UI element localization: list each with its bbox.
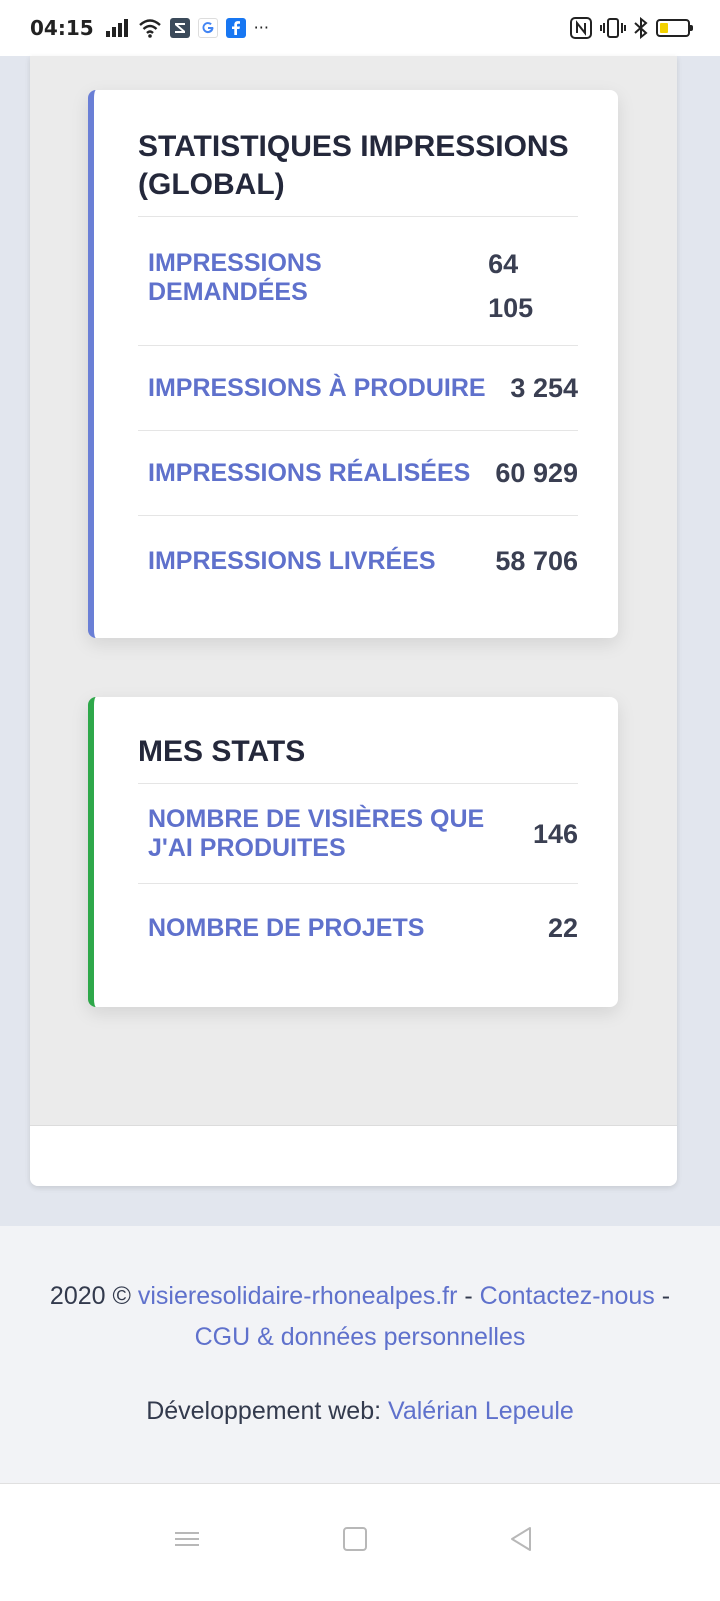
footer-links: 2020 © visieresolidaire-rhonealpes.fr - … [40,1276,680,1358]
stat-value: 64 105 [488,242,578,330]
stat-row: NOMBRE DE VISIÈRES QUE J'AI PRODUITES 14… [138,784,578,884]
stat-label: IMPRESSIONS LIVRÉES [148,546,436,575]
notification-app-icon [169,18,190,38]
stat-row: IMPRESSIONS LIVRÉES 58 706 [138,516,578,606]
page-footer: 2020 © visieresolidaire-rhonealpes.fr - … [0,1226,720,1483]
menu-icon[interactable] [172,1524,202,1554]
status-bar-left: 04:15 ··· [30,16,269,40]
separator: - [654,1282,671,1310]
battery-icon [656,19,693,37]
status-bar-right [570,17,693,39]
stat-row: IMPRESSIONS RÉALISÉES 60 929 [138,431,578,516]
stat-label: IMPRESSIONS RÉALISÉES [148,458,471,487]
copyright-text: 2020 © [49,1282,131,1310]
my-stats-card: MES STATS NOMBRE DE VISIÈRES QUE J'AI PR… [88,697,618,1007]
stat-value-line: 105 [488,293,534,323]
site-link[interactable]: visieresolidaire-rhonealpes.fr [138,1282,458,1310]
developer-credit: Développement web: Valérian Lepeule [0,1396,720,1426]
separator: - [457,1282,480,1310]
google-icon [197,18,218,38]
stat-row: IMPRESSIONS DEMANDÉES 64 105 [138,217,578,346]
wifi-icon [138,18,162,38]
status-bar: 04:15 ··· [0,0,720,56]
card-title: MES STATS [138,733,578,784]
main-panel: STATISTIQUES IMPRESSIONS (GLOBAL) IMPRES… [30,56,677,1186]
back-icon[interactable] [506,1524,536,1554]
stat-value: 58 706 [495,546,578,576]
developer-link[interactable]: Valérian Lepeule [388,1397,574,1425]
panel-bottom-strip [30,1125,677,1186]
stat-value: 146 [532,818,578,849]
stat-row: IMPRESSIONS À PRODUIRE 3 254 [138,346,578,431]
vibrate-icon [600,17,626,39]
status-time: 04:15 [30,16,94,40]
stat-label: NOMBRE DE PROJETS [148,913,425,942]
system-nav-bar [0,1483,720,1601]
stat-value-line: 64 [488,249,519,279]
bluetooth-icon [634,17,648,39]
stat-label: NOMBRE DE VISIÈRES QUE J'AI PRODUITES [148,804,485,862]
card-title: STATISTIQUES IMPRESSIONS (GLOBAL) [138,128,578,217]
stat-value: 22 [547,913,578,943]
stat-label: IMPRESSIONS DEMANDÉES [148,249,322,306]
stat-value: 60 929 [495,458,578,488]
facebook-icon [225,18,246,38]
stat-row: NOMBRE DE PROJETS 22 [138,884,578,972]
developer-prefix: Développement web: [146,1397,382,1425]
global-stats-card: STATISTIQUES IMPRESSIONS (GLOBAL) IMPRES… [88,90,618,638]
more-icon: ··· [253,18,269,37]
stat-label: IMPRESSIONS À PRODUIRE [148,373,486,402]
home-icon[interactable] [340,1524,370,1554]
signal-icon [105,19,130,37]
nfc-icon [570,17,592,39]
cgu-link[interactable]: CGU & données personnelles [195,1323,526,1351]
contact-link[interactable]: Contactez-nous [480,1282,655,1310]
stat-value: 3 254 [510,373,578,403]
